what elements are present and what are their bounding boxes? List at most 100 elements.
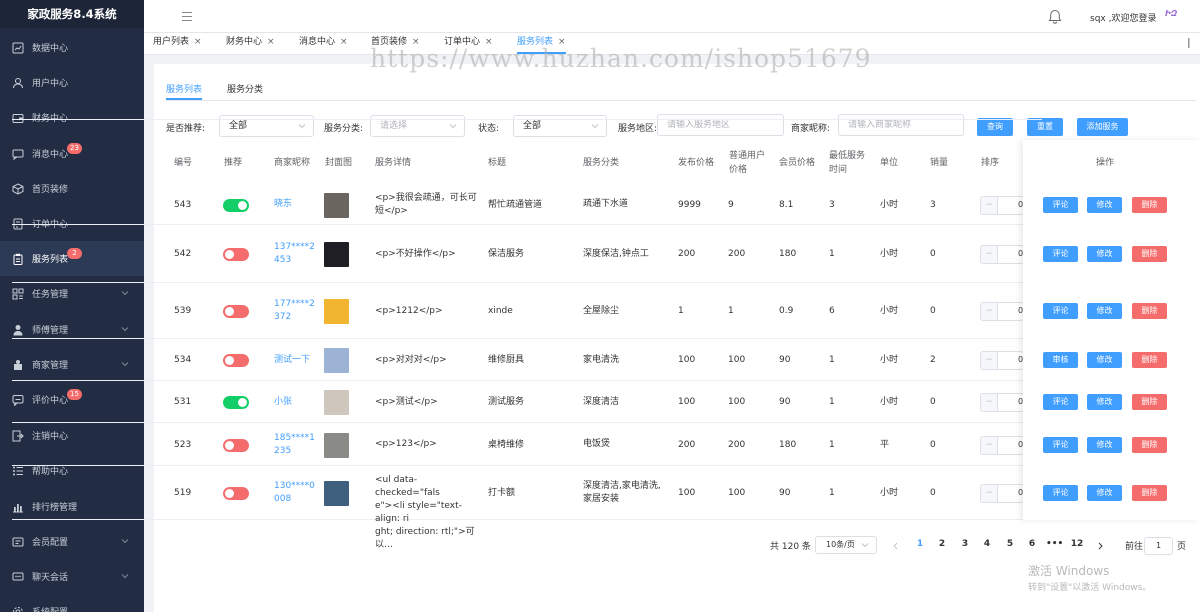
cell-min-time: 1 bbox=[829, 439, 835, 450]
page-number[interactable]: 4 bbox=[979, 539, 995, 549]
sidebar-item-15[interactable]: 聊天会话 bbox=[0, 559, 144, 594]
cell-min-time: 1 bbox=[829, 397, 835, 407]
tabs-menu-icon[interactable] bbox=[1184, 38, 1194, 48]
sort-stepper[interactable]: −0 bbox=[980, 484, 1024, 503]
column-header-user-price-2: 价格 bbox=[729, 165, 748, 175]
cell-detail: <p>测试</p> bbox=[375, 396, 480, 409]
prev-page-icon[interactable] bbox=[892, 542, 899, 550]
delete-button[interactable]: 删除 bbox=[1132, 436, 1167, 453]
text-line: <p>123</p> bbox=[375, 439, 437, 449]
sidebar-item-3[interactable]: 消息中心 23 bbox=[0, 136, 144, 171]
tab-2[interactable]: 消息中心 × bbox=[299, 33, 348, 54]
sort-stepper[interactable]: −0 bbox=[980, 195, 1024, 215]
recommend-toggle[interactable] bbox=[223, 438, 249, 452]
more-pages-icon[interactable]: ••• bbox=[1046, 539, 1063, 549]
bell-icon[interactable] bbox=[1048, 9, 1062, 24]
cell-merchant[interactable]: 177****2 372 bbox=[274, 298, 315, 324]
column-header-min-time-1: 最低服务 bbox=[829, 151, 866, 161]
menu-toggle-icon[interactable] bbox=[182, 12, 192, 21]
cell-unit: 小时 bbox=[880, 488, 899, 498]
cell-merchant[interactable]: 185****1 235 bbox=[274, 432, 315, 458]
cell-merchant[interactable]: 130****0 008 bbox=[274, 480, 315, 506]
sort-stepper[interactable]: −0 bbox=[980, 302, 1024, 321]
page-number[interactable]: 3 bbox=[957, 539, 973, 549]
edit-button[interactable]: 修改 bbox=[1087, 436, 1122, 453]
page-number[interactable]: 6 bbox=[1024, 539, 1040, 549]
sort-stepper[interactable]: −0 bbox=[980, 393, 1024, 412]
cell-merchant[interactable]: 137****2 453 bbox=[274, 241, 315, 267]
cell-merchant[interactable]: 测试一下 bbox=[274, 354, 310, 367]
sidebar-item-label: 数据中心 bbox=[32, 44, 69, 54]
review-button[interactable]: 评论 bbox=[1043, 485, 1078, 501]
delete-button[interactable]: 删除 bbox=[1132, 352, 1167, 368]
edit-button[interactable]: 修改 bbox=[1087, 303, 1122, 319]
review-button[interactable]: 评论 bbox=[1043, 246, 1078, 262]
recommend-toggle[interactable] bbox=[223, 396, 249, 409]
review-button[interactable]: 评论 bbox=[1043, 196, 1078, 213]
minus-icon[interactable]: − bbox=[981, 246, 998, 263]
cell-sales: 0 bbox=[930, 397, 936, 407]
sort-stepper[interactable]: −0 bbox=[980, 351, 1024, 370]
sidebar-item-16[interactable]: 系统配置 bbox=[0, 594, 144, 612]
close-icon[interactable]: × bbox=[267, 37, 275, 47]
edit-button[interactable]: 修改 bbox=[1087, 485, 1122, 501]
column-header-unit: 单位 bbox=[880, 158, 899, 168]
page-number[interactable]: 12 bbox=[1069, 539, 1085, 549]
text-line: 185****1 bbox=[274, 432, 315, 443]
edit-button[interactable]: 修改 bbox=[1087, 196, 1122, 213]
cell-member-price: 0.9 bbox=[779, 306, 794, 316]
review-button[interactable]: 评论 bbox=[1043, 303, 1078, 319]
delete-button[interactable]: 删除 bbox=[1132, 196, 1167, 213]
sort-stepper[interactable]: −0 bbox=[980, 245, 1024, 264]
delete-button[interactable]: 删除 bbox=[1132, 485, 1167, 501]
minus-icon[interactable]: − bbox=[981, 436, 998, 454]
next-page-icon[interactable] bbox=[1097, 542, 1104, 550]
text-line: 小张 bbox=[274, 396, 293, 407]
page-number[interactable]: 5 bbox=[1002, 539, 1018, 549]
cell-detail: <p>不好操作</p> bbox=[375, 248, 480, 261]
cell-merchant[interactable]: 小张 bbox=[274, 396, 292, 409]
page-number[interactable]: 2 bbox=[934, 539, 950, 549]
recommend-toggle[interactable] bbox=[223, 487, 249, 500]
edit-button[interactable]: 修改 bbox=[1087, 394, 1122, 410]
recommend-toggle[interactable] bbox=[223, 248, 249, 261]
query-button[interactable]: 查询 bbox=[977, 118, 1013, 136]
minus-icon[interactable]: − bbox=[981, 196, 998, 214]
goto-page-input[interactable]: 1 bbox=[1144, 537, 1173, 555]
page-number[interactable]: 1 bbox=[912, 539, 928, 549]
minus-icon[interactable]: − bbox=[981, 303, 998, 320]
delete-button[interactable]: 删除 bbox=[1132, 246, 1167, 262]
close-icon[interactable]: × bbox=[340, 37, 348, 47]
page-size-select[interactable]: 10条/页 bbox=[815, 536, 877, 554]
avatar[interactable]: ԻԶ bbox=[1165, 9, 1183, 23]
cell-category: 疏通下水道 bbox=[583, 198, 628, 211]
sort-stepper[interactable]: −0 bbox=[980, 435, 1024, 455]
recommend-toggle[interactable] bbox=[223, 354, 249, 367]
cell-merchant[interactable]: 晓东 bbox=[274, 198, 292, 211]
minus-icon[interactable]: − bbox=[981, 394, 998, 411]
cover-image bbox=[324, 390, 349, 415]
minus-icon[interactable]: − bbox=[981, 352, 998, 369]
chevron-down-icon bbox=[861, 543, 869, 548]
review-button[interactable]: 审核 bbox=[1043, 352, 1078, 368]
delete-button[interactable]: 删除 bbox=[1132, 394, 1167, 410]
minus-icon[interactable]: − bbox=[981, 485, 998, 502]
sidebar-item-14[interactable]: 会员配置 bbox=[0, 524, 144, 559]
tab-0[interactable]: 用户列表 × bbox=[153, 33, 202, 54]
recommend-toggle[interactable] bbox=[223, 305, 249, 318]
cover-image bbox=[324, 192, 349, 218]
edit-button[interactable]: 修改 bbox=[1087, 352, 1122, 368]
column-header-price: 发布价格 bbox=[678, 158, 715, 168]
edit-button[interactable]: 修改 bbox=[1087, 246, 1122, 262]
recommend-toggle[interactable] bbox=[223, 198, 249, 212]
review-button[interactable]: 评论 bbox=[1043, 436, 1078, 453]
cell-id: 531 bbox=[174, 397, 192, 407]
tab-1[interactable]: 财务中心 × bbox=[226, 33, 275, 54]
sidebar-item-0[interactable]: 数据中心 bbox=[0, 30, 144, 65]
recommend-label: 是否推荐: bbox=[166, 124, 206, 134]
close-icon[interactable]: × bbox=[194, 37, 202, 47]
reset-button[interactable]: 重置 bbox=[1027, 118, 1063, 136]
review-button[interactable]: 评论 bbox=[1043, 394, 1078, 410]
add-service-button[interactable]: 添加服务 bbox=[1077, 118, 1128, 136]
delete-button[interactable]: 删除 bbox=[1132, 303, 1167, 319]
